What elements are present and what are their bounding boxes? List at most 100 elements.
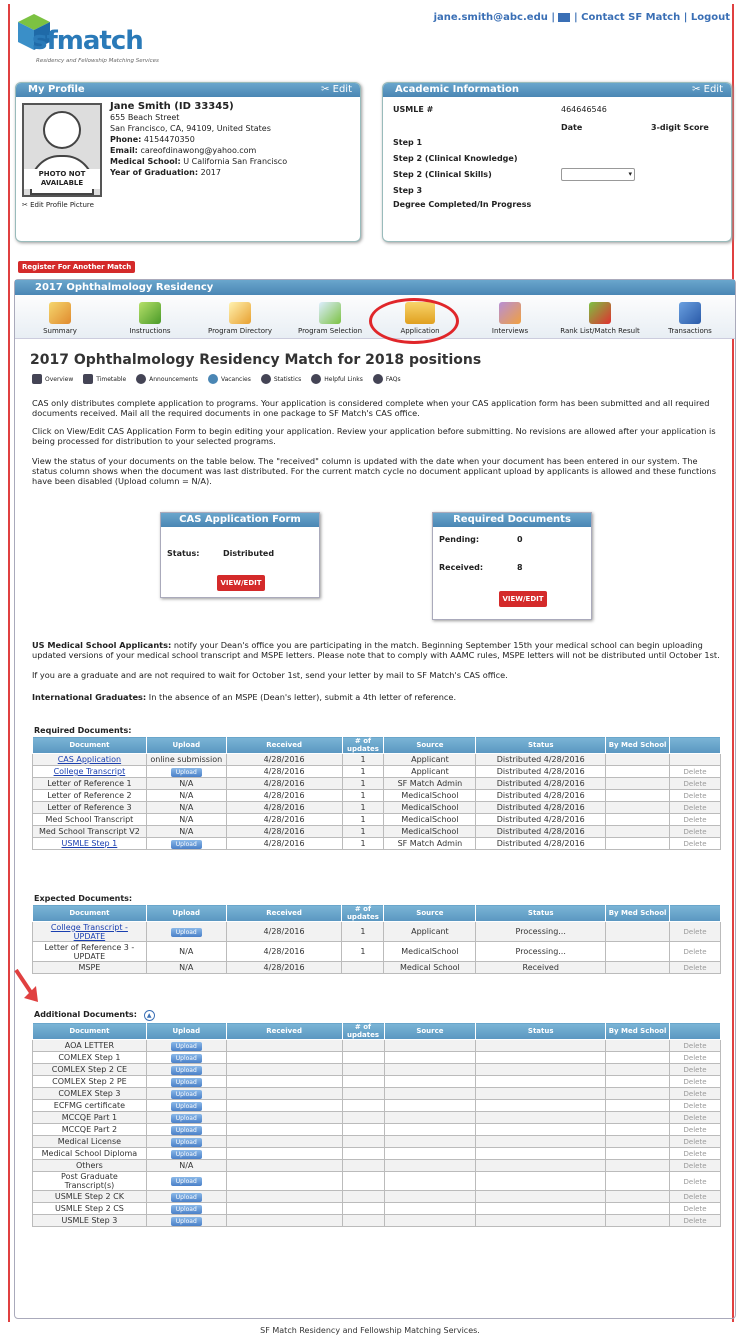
degree-label: Degree Completed/In Progress bbox=[393, 200, 532, 209]
received-date: 4/28/2016 bbox=[225, 941, 343, 962]
reqdocs-view-edit-button[interactable]: VIEW/EDIT bbox=[499, 591, 547, 607]
timetable-link[interactable]: Timetable bbox=[83, 374, 126, 384]
academic-edit-link[interactable]: ✂ Edit bbox=[692, 83, 723, 97]
delete-link[interactable]: Delete bbox=[684, 1090, 707, 1098]
delete-link[interactable]: Delete bbox=[684, 1150, 707, 1158]
cas-status-label: Status: bbox=[167, 549, 200, 558]
source: MedicalSchool bbox=[383, 789, 477, 802]
updates-count bbox=[341, 961, 385, 974]
delete-link[interactable]: Delete bbox=[684, 1066, 707, 1074]
delete-link[interactable]: Delete bbox=[684, 1114, 707, 1122]
delete-link[interactable]: Delete bbox=[684, 1078, 707, 1086]
delete-link[interactable]: Delete bbox=[684, 1193, 707, 1201]
announcements-link[interactable]: Announcements bbox=[136, 374, 198, 384]
delete-link[interactable]: Delete bbox=[684, 1205, 707, 1213]
register-another-match-button[interactable]: Register For Another Match bbox=[18, 261, 136, 273]
delete-link[interactable]: Delete bbox=[684, 1138, 707, 1146]
tab-summary[interactable]: Summary bbox=[15, 295, 105, 338]
upload-cell: Upload bbox=[145, 921, 227, 942]
logout-link[interactable]: Logout bbox=[691, 12, 730, 23]
upload-text: online submission bbox=[150, 755, 223, 764]
tab-transactions[interactable]: Transactions bbox=[645, 295, 735, 338]
profile-edit-link[interactable]: ✂ Edit bbox=[321, 83, 352, 97]
delete-link[interactable]: Delete bbox=[684, 1054, 707, 1062]
column-header: Source bbox=[383, 1022, 477, 1040]
document-label[interactable]: CAS Application bbox=[58, 755, 121, 764]
delete-link[interactable]: Delete bbox=[684, 828, 707, 836]
table-row: Med School Transcript V2 N/A 4/28/2016 1 Med… bbox=[32, 825, 721, 838]
tab-program-directory[interactable]: Program Directory bbox=[195, 295, 285, 338]
upload-button[interactable]: Upload bbox=[170, 1125, 202, 1135]
column-header: Status bbox=[475, 904, 607, 922]
date-header: Date bbox=[561, 123, 583, 132]
delete-link[interactable]: Delete bbox=[684, 840, 707, 848]
delete-link[interactable]: Delete bbox=[684, 964, 707, 972]
delete-link[interactable]: Delete bbox=[684, 1126, 707, 1134]
status: Distributed 4/28/2016 bbox=[475, 777, 607, 790]
upload-button[interactable]: Upload bbox=[170, 1041, 202, 1051]
tab-program-selection[interactable]: Program Selection bbox=[285, 295, 375, 338]
upload-button[interactable]: Upload bbox=[170, 1149, 202, 1159]
mail-icon[interactable] bbox=[558, 12, 571, 22]
delete-cell: Delete bbox=[669, 1171, 721, 1191]
upload-button[interactable]: Upload bbox=[170, 767, 202, 777]
column-header: Source bbox=[383, 904, 477, 922]
instructions-icon bbox=[139, 302, 161, 324]
delete-link[interactable]: Delete bbox=[684, 928, 707, 936]
upload-button[interactable]: Upload bbox=[170, 839, 202, 849]
upload-button[interactable]: Upload bbox=[170, 1137, 202, 1147]
delete-link[interactable]: Delete bbox=[684, 816, 707, 824]
sfmatch-logo[interactable]: sfmatch Residency and Fellowship Matchin… bbox=[14, 8, 214, 68]
delete-link[interactable]: Delete bbox=[684, 1042, 707, 1050]
sub-navigation: Overview Timetable Announcements Vacanci… bbox=[32, 374, 401, 384]
column-header: Received bbox=[225, 1022, 343, 1040]
empty-cell bbox=[341, 1135, 385, 1148]
upload-button[interactable]: Upload bbox=[170, 927, 202, 937]
upload-button[interactable]: Upload bbox=[170, 1177, 202, 1186]
statistics-link[interactable]: Statistics bbox=[260, 374, 301, 384]
graduate-note: If you are a graduate and are not requir… bbox=[32, 670, 508, 680]
delete-link[interactable]: Delete bbox=[684, 780, 707, 788]
helpful-links-link[interactable]: Helpful Links bbox=[311, 374, 363, 384]
upload-button[interactable]: Upload bbox=[170, 1204, 202, 1214]
vacancies-link[interactable]: Vacancies bbox=[207, 374, 251, 384]
user-email-link[interactable]: jane.smith@abc.edu bbox=[434, 12, 548, 23]
upload-button[interactable]: Upload bbox=[170, 1101, 202, 1111]
empty-cell bbox=[475, 1039, 607, 1052]
edit-profile-picture-link[interactable]: ✂ Edit Profile Picture bbox=[22, 201, 94, 209]
upload-button[interactable]: Upload bbox=[170, 1077, 202, 1087]
upload-button[interactable]: Upload bbox=[170, 1216, 202, 1226]
tab-interviews[interactable]: Interviews bbox=[465, 295, 555, 338]
delete-link[interactable]: Delete bbox=[684, 1102, 707, 1110]
cas-status-value: Distributed bbox=[223, 549, 275, 558]
document-name: Letter of Reference 1 bbox=[32, 777, 147, 790]
source: MedicalSchool bbox=[383, 813, 477, 826]
upload-button[interactable]: Upload bbox=[170, 1065, 202, 1075]
contact-link[interactable]: Contact SF Match bbox=[581, 12, 680, 23]
faqs-link[interactable]: FAQs bbox=[372, 374, 401, 384]
delete-link[interactable]: Delete bbox=[684, 768, 707, 776]
document-label[interactable]: College Transcript bbox=[54, 767, 126, 776]
delete-link[interactable]: Delete bbox=[684, 1178, 707, 1186]
sublink-label: Vacancies bbox=[220, 375, 251, 383]
red-arrow-icon bbox=[14, 968, 38, 1002]
tab-label: Interviews bbox=[491, 327, 529, 335]
delete-link[interactable]: Delete bbox=[684, 1217, 707, 1225]
upload-button[interactable]: Upload bbox=[170, 1089, 202, 1099]
delete-link[interactable]: Delete bbox=[684, 1162, 707, 1170]
delete-link[interactable]: Delete bbox=[684, 948, 707, 956]
delete-link[interactable]: Delete bbox=[684, 804, 707, 812]
document-label[interactable]: College Transcript - UPDATE bbox=[51, 923, 128, 941]
table-row: USMLE Step 3 Upload Delete bbox=[32, 1214, 721, 1227]
upload-button[interactable]: Upload bbox=[170, 1113, 202, 1123]
upload-button[interactable]: Upload bbox=[170, 1053, 202, 1063]
document-label[interactable]: USMLE Step 1 bbox=[62, 839, 118, 848]
step2cs-date-select[interactable]: ▾ bbox=[561, 168, 635, 181]
delete-link[interactable]: Delete bbox=[684, 792, 707, 800]
tab-rank-list[interactable]: Rank List/Match Result bbox=[555, 295, 645, 338]
collapse-arrow-icon[interactable]: ▲ bbox=[143, 1010, 155, 1021]
tab-instructions[interactable]: Instructions bbox=[105, 295, 195, 338]
overview-link[interactable]: Overview bbox=[32, 374, 73, 384]
cas-view-edit-button[interactable]: VIEW/EDIT bbox=[217, 575, 265, 591]
upload-button[interactable]: Upload bbox=[170, 1192, 202, 1202]
